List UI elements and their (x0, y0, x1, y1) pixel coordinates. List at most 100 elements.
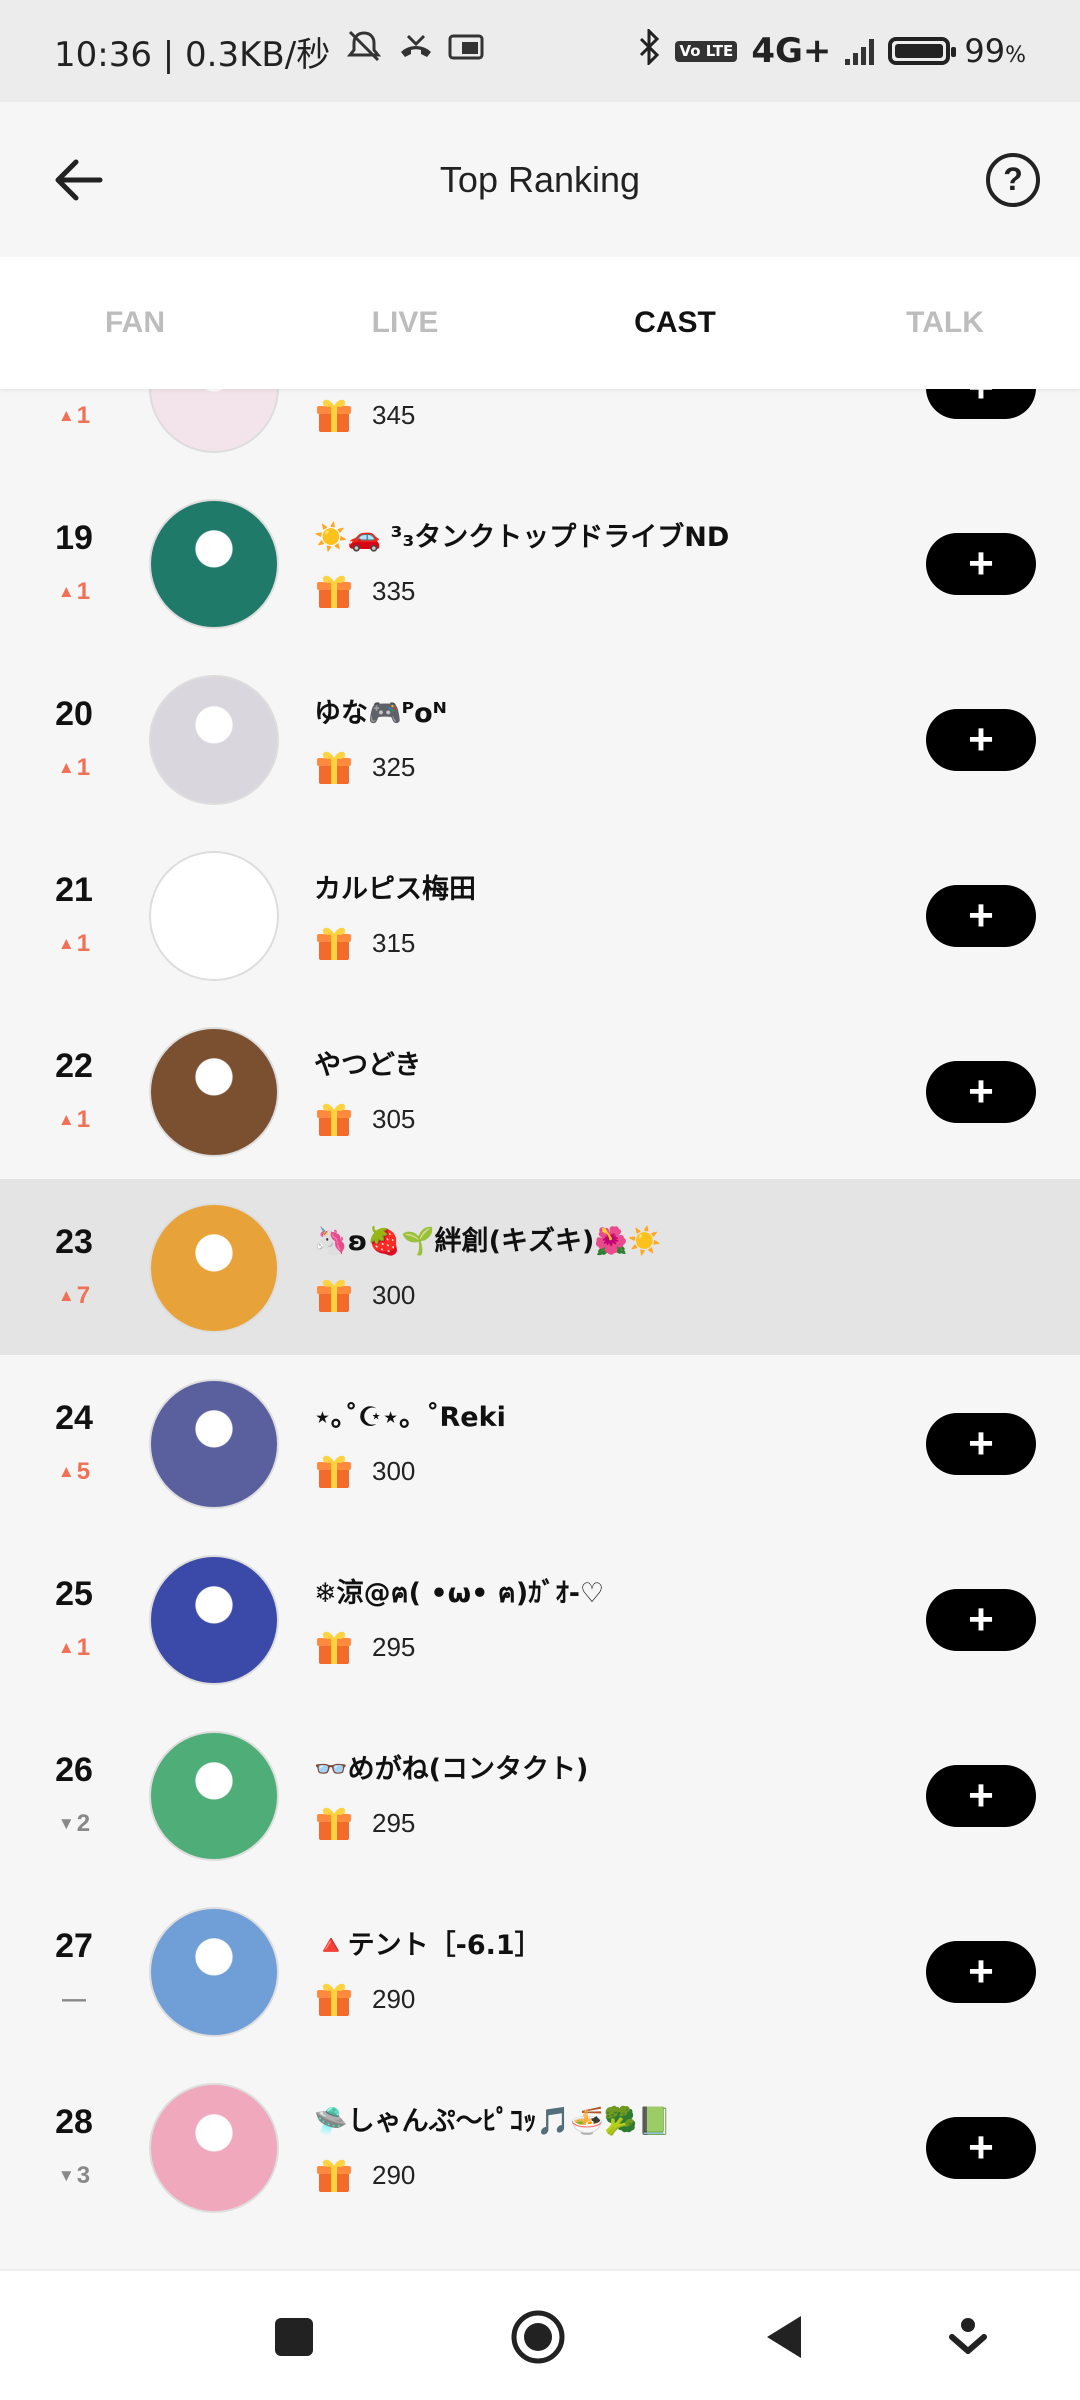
rank-change: ▼3 (50, 2162, 98, 2190)
gift-score: 335 (314, 571, 415, 611)
rank-change: ▲5 (50, 1458, 98, 1486)
rank-change-value: 1 (76, 930, 91, 957)
follow-button[interactable]: + (926, 1589, 1036, 1651)
gift-icon (317, 399, 351, 432)
back-nav-button[interactable] (756, 2309, 812, 2365)
system-nav-bar (0, 2269, 1080, 2400)
mute-icon (344, 30, 384, 72)
square-icon (275, 2318, 313, 2356)
rank-change-value: 1 (76, 1106, 91, 1133)
rank-up-icon: ▲ (57, 406, 75, 425)
ranking-row[interactable]: 23 ▲7 🦄ʚ🍓🌱絆創(キズキ)🌺☀️ 300 (0, 1179, 1080, 1355)
recents-button[interactable] (266, 2309, 322, 2365)
triangle-back-icon (767, 2316, 801, 2358)
cast-name: ゆな🎮ᴾoᴺ (314, 698, 447, 729)
rank-change-value: 1 (76, 754, 91, 781)
avatar[interactable] (149, 1027, 279, 1157)
rank-number: 19 (55, 519, 93, 557)
follow-button[interactable]: + (926, 389, 1036, 419)
ranking-row[interactable]: 24 ▲5 ⋆｡˚☪︎⋆。˚Reki 300 + (0, 1355, 1080, 1531)
battery-level: 99% (964, 32, 1026, 70)
status-time: 10:36 | 0.3KB/秒 (54, 34, 331, 75)
rank-number: 21 (55, 871, 93, 909)
gift-score: 295 (314, 1627, 415, 1667)
ranking-row[interactable]: 28 ▼3 🛸しゃんぷ〜ﾋﾟｺｯ🎵🍜🥦📗 290 + (0, 2059, 1080, 2235)
rank-change-value: 1 (76, 578, 91, 605)
help-button[interactable]: ? (986, 152, 1040, 207)
avatar[interactable] (149, 675, 279, 805)
ranking-tabs: FAN LIVE CAST TALK (0, 257, 1080, 389)
gift-count: 300 (372, 1279, 416, 1310)
rank-number: 24 (55, 1399, 93, 1437)
status-right: Vo LTE 4G+ 99% (637, 27, 1026, 73)
top-bar: Top Ranking ? (0, 102, 1080, 257)
rank-number: 22 (55, 1047, 93, 1085)
rank-up-icon: ▲ (57, 1110, 75, 1129)
cast-name: ⋆｡˚☪︎⋆。˚Reki (314, 1402, 506, 1433)
ranking-row[interactable]: 18▲1345+ (0, 389, 1080, 475)
rank-change-value: 2 (76, 1810, 91, 1837)
rank-number: 25 (55, 1575, 93, 1613)
gift-count: 290 (372, 2159, 416, 2190)
ranking-row[interactable]: 20 ▲1 ゆな🎮ᴾoᴺ 325 + (0, 651, 1080, 827)
ranking-row[interactable]: 25 ▲1 ❄︎涼@ฅ( •ω• ฅ)ｶﾞｵ-♡ 295 + (0, 1531, 1080, 1707)
avatar[interactable] (149, 1379, 279, 1509)
rank-change: ▲1 (50, 930, 98, 958)
ranking-row[interactable]: 22 ▲1 やつどき 305 + (0, 1003, 1080, 1179)
follow-button[interactable]: + (926, 2117, 1036, 2179)
rank-change: ▲7 (50, 1282, 98, 1310)
rank-change: ▼2 (50, 1810, 98, 1838)
avatar[interactable] (149, 851, 279, 981)
tab-cast[interactable]: CAST (540, 306, 810, 340)
gift-count: 335 (372, 575, 416, 606)
follow-button[interactable]: + (926, 709, 1036, 771)
avatar[interactable] (149, 1731, 279, 1861)
follow-button[interactable]: + (926, 1765, 1036, 1827)
ranking-list-content: 18▲1345+19▲1☀️🚗 ³₃タンクトップドライブND335+20▲1ゆな… (0, 389, 1080, 2235)
home-button[interactable] (510, 2309, 566, 2365)
rank-number: 23 (55, 1223, 93, 1261)
tab-talk[interactable]: TALK (810, 306, 1080, 340)
gift-icon (317, 1983, 351, 2016)
ranking-row[interactable]: 19 ▲1 ☀️🚗 ³₃タンクトップドライブND 335 + (0, 475, 1080, 651)
ranking-row[interactable]: 26 ▼2 👓めがね(コンタクト) 295 + (0, 1707, 1080, 1883)
tab-live[interactable]: LIVE (270, 306, 540, 340)
gift-score: 290 (314, 2155, 415, 2195)
gift-score: 300 (314, 1275, 415, 1315)
au-app-icon (448, 32, 484, 70)
rank-change: ▲1 (50, 578, 98, 606)
gift-score: 290 (314, 1979, 415, 2019)
follow-button[interactable]: + (926, 885, 1036, 947)
ranking-row[interactable]: 21 ▲1 カルピス梅田 315 + (0, 827, 1080, 1003)
rank-down-icon: ▼ (57, 2166, 75, 2185)
avatar[interactable] (149, 389, 279, 453)
gift-icon (317, 1279, 351, 1312)
rank-change-value: 1 (76, 402, 91, 429)
cast-name: 🛸しゃんぷ〜ﾋﾟｺｯ🎵🍜🥦📗 (314, 2106, 672, 2137)
gift-icon (317, 575, 351, 608)
assistant-button[interactable] (940, 2309, 996, 2365)
status-left: 10:36 | 0.3KB/秒 (54, 27, 484, 76)
tab-fan[interactable]: FAN (0, 306, 270, 340)
rank-change: — (50, 1986, 98, 2014)
follow-button[interactable]: + (926, 1061, 1036, 1123)
avatar[interactable] (149, 1555, 279, 1685)
avatar[interactable] (149, 499, 279, 629)
gift-icon (317, 1807, 351, 1840)
gift-count: 295 (372, 1631, 416, 1662)
follow-button[interactable]: + (926, 533, 1036, 595)
ranking-list[interactable]: 18▲1345+19▲1☀️🚗 ³₃タンクトップドライブND335+20▲1ゆな… (0, 389, 1080, 2269)
rank-change-value: 1 (76, 1634, 91, 1661)
rank-up-icon: ▲ (57, 1638, 75, 1657)
gift-count: 345 (372, 399, 416, 430)
rank-change-value: — (62, 1986, 86, 2013)
home-circle-icon (511, 2310, 565, 2364)
follow-button[interactable]: + (926, 1413, 1036, 1475)
avatar[interactable] (149, 1907, 279, 2037)
follow-button[interactable]: + (926, 1941, 1036, 2003)
avatar[interactable] (149, 1203, 279, 1333)
ranking-row[interactable]: 27 — 🔺テント［-6.1］ 290 + (0, 1883, 1080, 2059)
avatar[interactable] (149, 2083, 279, 2213)
gift-score: 345 (314, 395, 415, 435)
gift-icon (317, 1455, 351, 1488)
